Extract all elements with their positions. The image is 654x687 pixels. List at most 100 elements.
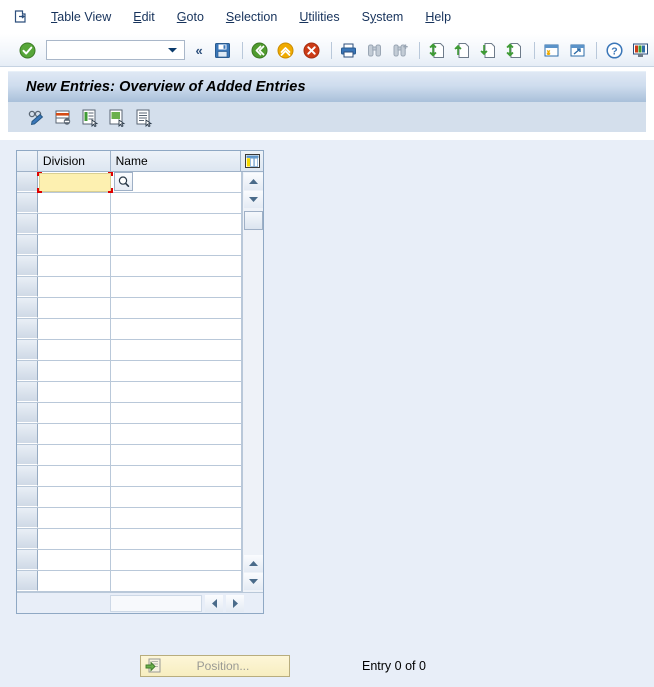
table-row[interactable] bbox=[17, 298, 263, 319]
printer-icon[interactable] bbox=[337, 39, 361, 61]
table-row[interactable] bbox=[17, 508, 263, 529]
row-selector-cell[interactable] bbox=[17, 550, 38, 570]
last-page-icon[interactable] bbox=[503, 39, 527, 61]
cell-name[interactable] bbox=[111, 340, 242, 360]
row-selector-cell[interactable] bbox=[17, 235, 38, 255]
select-block-icon[interactable] bbox=[78, 106, 103, 128]
cell-name[interactable] bbox=[111, 571, 242, 591]
help-question-icon[interactable]: ? bbox=[602, 39, 626, 61]
table-row[interactable] bbox=[17, 214, 263, 235]
cell-name[interactable] bbox=[111, 466, 242, 486]
command-input[interactable] bbox=[46, 42, 163, 58]
cell-name[interactable] bbox=[111, 235, 242, 255]
table-row[interactable] bbox=[17, 466, 263, 487]
previous-page-icon[interactable] bbox=[451, 39, 475, 61]
table-row[interactable] bbox=[17, 256, 263, 277]
menu-item-utilities[interactable]: Utilities bbox=[288, 7, 350, 27]
row-selector-cell[interactable] bbox=[17, 508, 38, 528]
save-disk-icon[interactable] bbox=[211, 39, 235, 61]
cell-division[interactable] bbox=[38, 382, 111, 402]
division-input[interactable] bbox=[39, 173, 111, 192]
scroll-up-icon[interactable] bbox=[244, 555, 263, 572]
row-selector-cell[interactable] bbox=[17, 193, 38, 213]
row-selector-cell[interactable] bbox=[17, 529, 38, 549]
row-selector-cell[interactable] bbox=[17, 298, 38, 318]
table-row[interactable] bbox=[17, 172, 263, 193]
row-selector-cell[interactable] bbox=[17, 466, 38, 486]
cell-division[interactable] bbox=[38, 340, 111, 360]
scroll-up-icon[interactable] bbox=[243, 173, 263, 190]
menu-item-help[interactable]: Help bbox=[414, 7, 462, 27]
cell-name[interactable] bbox=[111, 403, 242, 423]
row-selector-cell[interactable] bbox=[17, 382, 38, 402]
cell-name[interactable] bbox=[111, 445, 242, 465]
row-selector-cell[interactable] bbox=[17, 403, 38, 423]
table-row[interactable] bbox=[17, 361, 263, 382]
row-selector-cell[interactable] bbox=[17, 214, 38, 234]
menu-item-system[interactable]: System bbox=[351, 7, 415, 27]
table-row[interactable] bbox=[17, 550, 263, 571]
row-selector-cell[interactable] bbox=[17, 424, 38, 444]
cell-name[interactable] bbox=[111, 361, 242, 381]
scroll-down-icon[interactable] bbox=[244, 573, 263, 590]
table-row[interactable] bbox=[17, 571, 263, 592]
create-session-icon[interactable] bbox=[540, 39, 564, 61]
cell-name[interactable] bbox=[111, 298, 242, 318]
position-button[interactable]: Position... bbox=[140, 655, 290, 677]
cell-name[interactable] bbox=[111, 529, 242, 549]
cell-division[interactable] bbox=[38, 214, 111, 234]
yellow-exit-up-icon[interactable] bbox=[274, 39, 298, 61]
cell-division[interactable] bbox=[38, 193, 111, 213]
row-selector-cell[interactable] bbox=[17, 256, 38, 276]
cell-division[interactable] bbox=[38, 571, 111, 591]
select-all-icon[interactable] bbox=[105, 106, 130, 128]
cell-division[interactable] bbox=[38, 466, 111, 486]
cell-division[interactable] bbox=[38, 529, 111, 549]
row-selector-cell[interactable] bbox=[17, 172, 38, 192]
cell-name[interactable] bbox=[111, 424, 242, 444]
cell-name[interactable] bbox=[111, 550, 242, 570]
table-row[interactable] bbox=[17, 445, 263, 466]
row-selector-cell[interactable] bbox=[17, 277, 38, 297]
customize-layout-icon[interactable] bbox=[628, 39, 652, 61]
next-page-icon[interactable] bbox=[477, 39, 501, 61]
cell-division[interactable] bbox=[38, 361, 111, 381]
row-selector-cell[interactable] bbox=[17, 361, 38, 381]
table-horizontal-scrollbar[interactable] bbox=[17, 592, 263, 613]
cell-name[interactable] bbox=[111, 382, 242, 402]
cell-division[interactable] bbox=[38, 298, 111, 318]
cell-name[interactable] bbox=[111, 277, 242, 297]
scrollbar-thumb[interactable] bbox=[243, 211, 263, 230]
menu-item-table-view[interactable]: Table View bbox=[40, 7, 122, 27]
table-row[interactable] bbox=[17, 487, 263, 508]
scroll-right-icon[interactable] bbox=[226, 594, 244, 612]
hscrollbar-track[interactable] bbox=[110, 594, 202, 612]
cell-name[interactable] bbox=[111, 256, 242, 276]
table-settings-icon[interactable] bbox=[241, 151, 264, 171]
row-selector-cell[interactable] bbox=[17, 340, 38, 360]
cell-name[interactable] bbox=[111, 487, 242, 507]
red-cancel-icon[interactable] bbox=[300, 39, 324, 61]
cell-name[interactable] bbox=[111, 319, 242, 339]
chevron-down-icon[interactable] bbox=[163, 41, 183, 59]
table-row[interactable] bbox=[17, 403, 263, 424]
binoculars-find-next-icon[interactable] bbox=[388, 39, 412, 61]
green-check-enter-icon[interactable] bbox=[16, 39, 40, 61]
variable-list-icon[interactable] bbox=[51, 106, 76, 128]
cell-name[interactable] bbox=[111, 214, 242, 234]
cell-name[interactable] bbox=[111, 193, 242, 213]
row-selector-cell[interactable] bbox=[17, 571, 38, 591]
table-row[interactable] bbox=[17, 193, 263, 214]
table-row[interactable] bbox=[17, 340, 263, 361]
cell-division[interactable] bbox=[38, 550, 111, 570]
first-page-icon[interactable] bbox=[425, 39, 449, 61]
deselect-all-icon[interactable] bbox=[132, 106, 157, 128]
cell-division[interactable] bbox=[38, 277, 111, 297]
cell-division[interactable] bbox=[38, 256, 111, 276]
table-vertical-scrollbar[interactable] bbox=[242, 172, 263, 592]
search-magnifier-icon[interactable] bbox=[114, 172, 133, 191]
table-row[interactable] bbox=[17, 424, 263, 445]
scroll-left-icon[interactable] bbox=[205, 594, 223, 612]
cell-division[interactable] bbox=[38, 403, 111, 423]
cell-name[interactable] bbox=[111, 508, 242, 528]
